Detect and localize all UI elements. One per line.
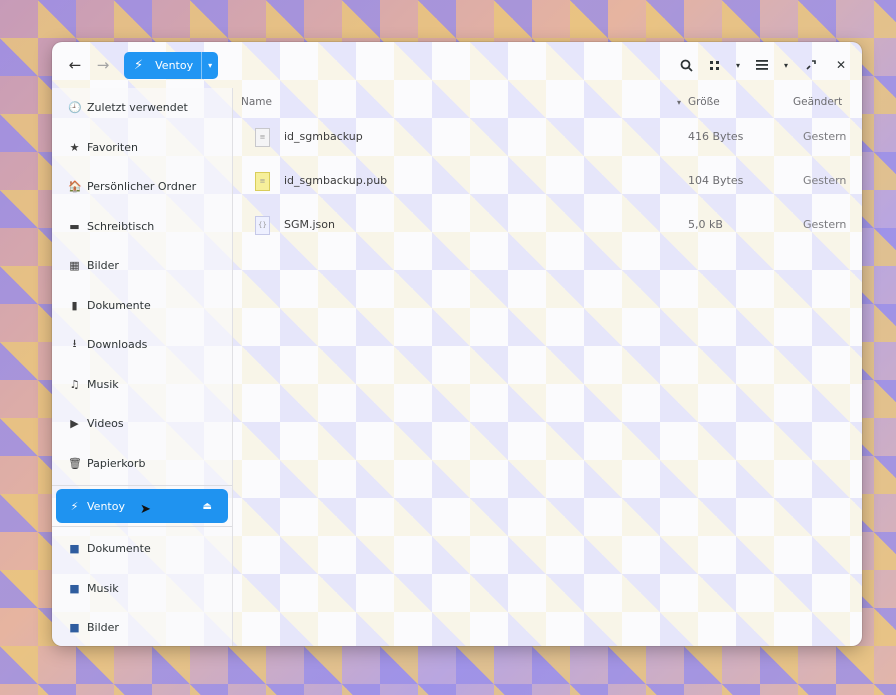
file-row[interactable]: ≡ id_sgmbackup 416 Bytes Gestern xyxy=(233,116,862,160)
file-modified: Gestern xyxy=(803,218,847,231)
file-size: 5,0 kB xyxy=(688,218,723,231)
trash-icon: 🗑 xyxy=(68,456,82,470)
file-size: 416 Bytes xyxy=(688,130,744,143)
sidebar-item-label: Downloads xyxy=(87,338,148,352)
sidebar-item-label: Papierkorb xyxy=(87,456,146,470)
file-size: 104 Bytes xyxy=(688,174,744,187)
document-icon: ▮ xyxy=(71,298,78,312)
header-bar: ← → ⚡ Ventoy ▾ ▾ ▾ ✕ xyxy=(52,42,862,88)
sidebar-item-label: Zuletzt verwendet xyxy=(87,101,188,115)
grid-view-icon xyxy=(709,60,719,70)
sort-indicator-icon: ▾ xyxy=(677,97,682,107)
download-icon: ⭳ xyxy=(72,337,77,351)
sidebar-separator xyxy=(52,526,232,527)
image-icon: ▦ xyxy=(69,259,80,273)
hamburger-menu-icon xyxy=(756,60,768,70)
column-modified-header[interactable]: Geändert xyxy=(793,96,842,108)
desktop-icon: ▬ xyxy=(69,219,80,233)
sidebar-item-label: Bilder xyxy=(87,259,119,273)
folder-icon: ■ xyxy=(69,542,80,556)
sidebar-item-label: Videos xyxy=(87,417,124,431)
sidebar-item-label: Bilder xyxy=(87,621,119,635)
sidebar-item-home[interactable]: 🏠 Persönlicher Ordner xyxy=(52,167,232,207)
sidebar-item-label: Musik xyxy=(87,581,119,595)
sidebar-item-label: Favoriten xyxy=(87,140,138,154)
sidebar: 🕘 Zuletzt verwendet ★ Favoriten 🏠 Persönlic… xyxy=(52,88,233,646)
restore-button[interactable] xyxy=(796,50,826,80)
column-name-header[interactable]: Name xyxy=(241,96,272,108)
eject-icon[interactable]: ⏏ xyxy=(203,501,212,512)
sidebar-item-downloads[interactable]: ⭳ Downloads xyxy=(52,325,232,365)
sidebar-item-label: Schreibtisch xyxy=(87,219,155,233)
sidebar-item-pictures[interactable]: ▦ Bilder xyxy=(52,246,232,286)
view-mode-button[interactable] xyxy=(700,51,728,79)
file-name: id_sgmbackup.pub xyxy=(284,174,388,187)
menu-dropdown[interactable]: ▾ xyxy=(776,51,796,79)
folder-icon: ■ xyxy=(69,581,80,595)
sidebar-item-ventoy[interactable]: ⚡ Ventoy ➤ ⏏ xyxy=(56,489,228,523)
view-options-dropdown[interactable]: ▾ xyxy=(728,51,748,79)
file-name: id_sgmbackup xyxy=(284,130,363,143)
sidebar-item-label: Dokumente xyxy=(87,542,151,556)
restore-icon xyxy=(806,60,816,70)
sidebar-item-label: Musik xyxy=(87,377,119,391)
sidebar-item-favorites[interactable]: ★ Favoriten xyxy=(52,128,232,168)
folder-icon: ■ xyxy=(69,621,80,635)
location-label: Ventoy xyxy=(155,58,194,72)
usb-icon: ⚡ xyxy=(134,57,144,73)
sidebar-item-desktop[interactable]: ▬ Schreibtisch xyxy=(52,207,232,247)
mouse-cursor-icon: ➤ xyxy=(140,502,151,517)
forward-button[interactable]: → xyxy=(90,52,116,78)
menu-button[interactable] xyxy=(748,51,776,79)
sidebar-item-documents[interactable]: ▮ Dokumente xyxy=(52,286,232,326)
file-row[interactable]: {} SGM.json 5,0 kB Gestern xyxy=(233,204,862,248)
sidebar-item-music[interactable]: ♫ Musik xyxy=(52,365,232,405)
search-icon xyxy=(680,59,693,72)
sidebar-bookmark-pictures[interactable]: ■ Bilder xyxy=(52,608,232,646)
column-size-header[interactable]: Größe xyxy=(688,96,720,108)
search-button[interactable] xyxy=(672,51,700,79)
home-icon: 🏠 xyxy=(68,180,82,194)
sidebar-item-videos[interactable]: ▶ Videos xyxy=(52,404,232,444)
location-breadcrumb[interactable]: ⚡ Ventoy ▾ xyxy=(124,51,219,79)
clock-icon: 🕘 xyxy=(68,101,82,115)
file-list: Name ▾ Größe Geändert ≡ id_sgmbackup 416… xyxy=(233,88,862,646)
back-button[interactable]: ← xyxy=(62,52,88,78)
sidebar-item-trash[interactable]: 🗑 Papierkorb xyxy=(52,444,232,484)
video-icon: ▶ xyxy=(70,417,79,431)
usb-icon: ⚡ xyxy=(70,499,79,513)
location-button[interactable]: ⚡ Ventoy xyxy=(124,51,203,79)
sidebar-bookmark-music[interactable]: ■ Musik xyxy=(52,569,232,609)
sidebar-item-label: Ventoy xyxy=(87,499,125,513)
location-dropdown[interactable]: ▾ xyxy=(202,61,218,70)
sidebar-separator xyxy=(52,485,232,486)
file-name: SGM.json xyxy=(284,218,335,231)
file-row[interactable]: ≡ id_sgmbackup.pub 104 Bytes Gestern xyxy=(233,160,862,204)
sidebar-item-recent[interactable]: 🕘 Zuletzt verwendet xyxy=(52,88,232,128)
file-key-icon: ≡ xyxy=(255,128,270,147)
close-button[interactable]: ✕ xyxy=(826,50,856,80)
music-icon: ♫ xyxy=(69,377,80,391)
file-manager-window: ← → ⚡ Ventoy ▾ ▾ ▾ ✕ 🕘 Zuletzt verwendet … xyxy=(52,42,862,646)
sidebar-bookmark-documents[interactable]: ■ Dokumente xyxy=(52,529,232,569)
column-header: Name ▾ Größe Geändert xyxy=(233,88,862,116)
file-text-icon: ≡ xyxy=(255,172,270,191)
star-icon: ★ xyxy=(69,140,80,154)
file-modified: Gestern xyxy=(803,174,847,187)
sidebar-item-label: Persönlicher Ordner xyxy=(87,180,197,194)
sidebar-item-label: Dokumente xyxy=(87,298,151,312)
file-json-icon: {} xyxy=(255,216,270,235)
file-modified: Gestern xyxy=(803,130,847,143)
